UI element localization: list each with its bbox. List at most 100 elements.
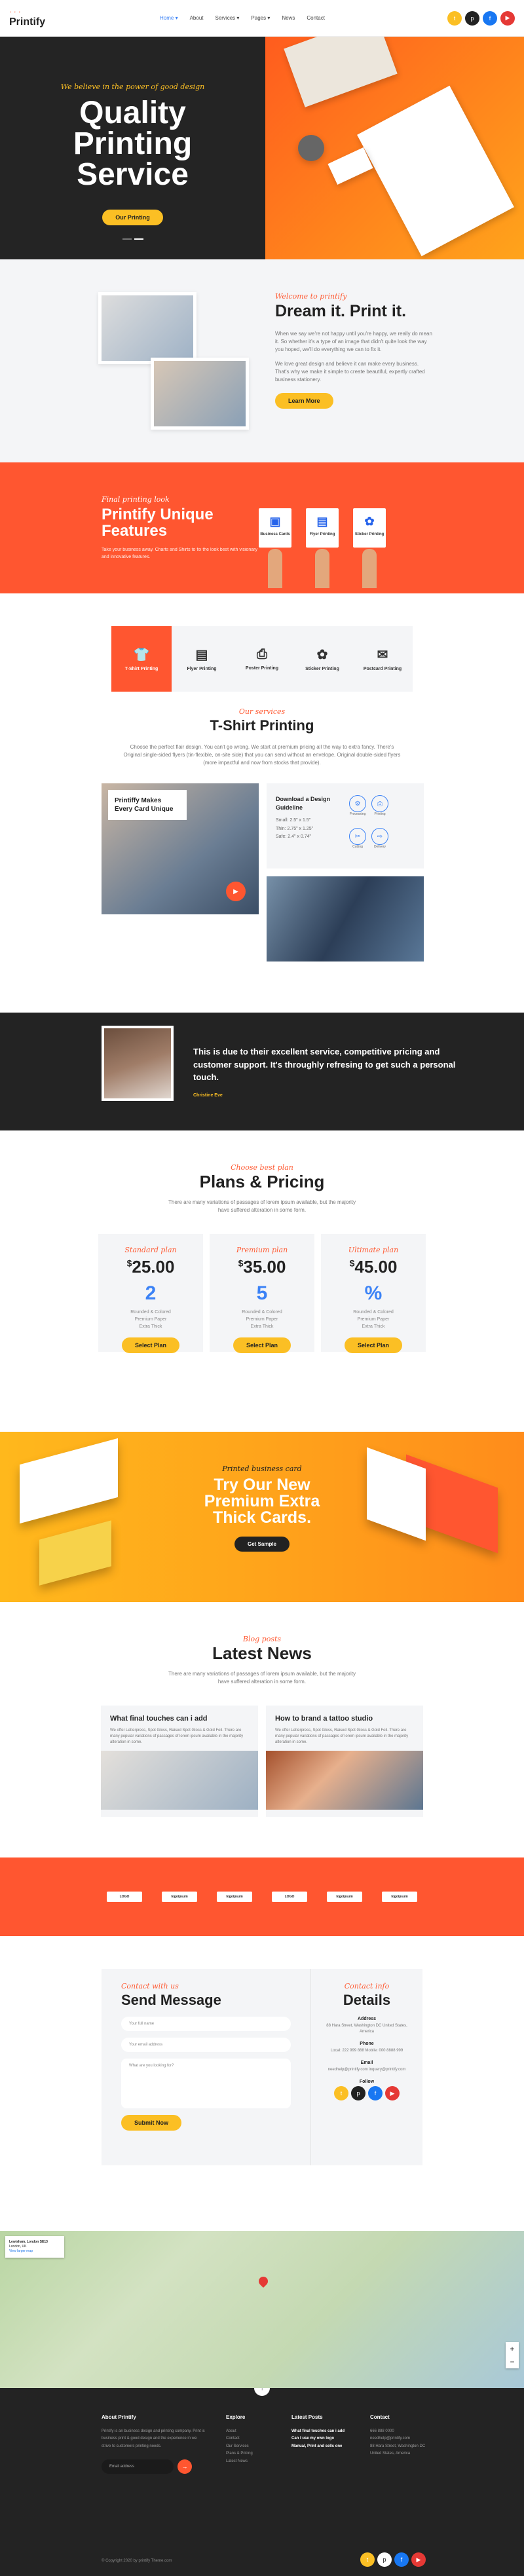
pinterest-icon[interactable]: p: [377, 2552, 392, 2567]
about-photos: [98, 292, 249, 436]
tshirt-title: T-Shirt Printing: [210, 717, 314, 734]
hand-image: [315, 549, 329, 588]
features-text: Final printing look Printify Unique Feat…: [102, 495, 259, 593]
plan-price: $25.00: [126, 1257, 175, 1277]
hero-title: Quality Printing Service: [73, 96, 193, 192]
partner-logo: logoipsum: [327, 1892, 362, 1902]
plan-card: Ultimate plan $45.00 % Rounded & Colored…: [321, 1234, 426, 1353]
nav-news[interactable]: News: [282, 15, 295, 21]
arrow-right-icon[interactable]: →: [178, 2459, 192, 2474]
footer-link[interactable]: Our Services: [226, 2443, 272, 2450]
contact-socials: t p f ▶: [322, 2086, 412, 2100]
youtube-icon[interactable]: ▶: [411, 2552, 426, 2567]
message-textarea[interactable]: What are you looking for?: [121, 2059, 291, 2108]
tab-flyer[interactable]: ▤ Flyer Printing: [172, 626, 232, 692]
select-plan-button[interactable]: Select Plan: [344, 1337, 403, 1353]
slider-dot[interactable]: [134, 238, 143, 240]
plan-card: Premium plan $35.00 5 Rounded & Colored …: [210, 1234, 314, 1353]
email-text: needhelp@printify.com inquery@printify.c…: [328, 2068, 406, 2072]
news-title: Latest News: [212, 1643, 312, 1663]
feature-card[interactable]: ▣ Business Cards: [259, 508, 291, 588]
nav-contact[interactable]: Contact: [307, 15, 325, 21]
post-image: [266, 1751, 423, 1810]
footer-post-link[interactable]: What final touches can i add: [291, 2428, 350, 2435]
footer-link[interactable]: Latest News: [226, 2458, 272, 2465]
phone-text: Local: 222 999 888 Mobile: 000 8888 999: [330, 2049, 403, 2053]
map-info-card: Lewisham, London SE13 London, UK View la…: [5, 2236, 64, 2258]
flyer-icon: ▤: [195, 648, 208, 662]
email-input[interactable]: Your email address: [121, 2038, 291, 2052]
feature-card[interactable]: ▤ Flyer Printing: [306, 508, 339, 588]
twitter-icon[interactable]: t: [360, 2552, 375, 2567]
post-title[interactable]: How to brand a tattoo studio: [266, 1706, 423, 1728]
youtube-icon[interactable]: ▶: [385, 2086, 400, 2100]
address-heading: Address: [357, 2017, 376, 2021]
footer-post-link[interactable]: Manual, Print and sells one: [291, 2443, 350, 2450]
name-input[interactable]: Your full name: [121, 2017, 291, 2031]
partner-logo: logoipsum: [162, 1892, 197, 1902]
back-to-top-icon[interactable]: ↑: [254, 2388, 270, 2396]
submit-button[interactable]: Submit Now: [121, 2115, 181, 2131]
get-sample-button[interactable]: Get Sample: [234, 1537, 290, 1552]
facebook-icon[interactable]: f: [394, 2552, 409, 2567]
twitter-icon[interactable]: t: [334, 2086, 348, 2100]
partner-logo: logoipsum: [217, 1892, 252, 1902]
youtube-icon[interactable]: ▶: [500, 10, 515, 26]
tshirt-paragraph: Choose the perfect flair design. You can…: [123, 744, 401, 766]
nav-about[interactable]: About: [190, 15, 204, 21]
slider-dots: [0, 238, 265, 240]
logo[interactable]: · · · Printify: [9, 8, 160, 28]
twitter-icon[interactable]: t: [447, 10, 462, 26]
tab-postcard[interactable]: ✉ Postcard Printing: [352, 626, 413, 692]
newsletter-email-input[interactable]: Email address: [102, 2459, 174, 2474]
guideline-title[interactable]: Download a Design Guideline: [276, 795, 341, 812]
tshirt-icon: 👕: [133, 648, 150, 662]
facebook-icon[interactable]: f: [368, 2086, 383, 2100]
partners-strip: LOGO logoipsum logoipsum LOGO logoipsum …: [0, 1857, 524, 1936]
plan-number-icon: %: [364, 1282, 383, 1304]
post-title[interactable]: What final touches can i add: [101, 1706, 258, 1728]
footer-explore: Explore About Contact Our Services Plans…: [226, 2414, 272, 2474]
footer-link[interactable]: About: [226, 2428, 272, 2435]
pricing-title: Plans & Pricing: [199, 1172, 325, 1191]
post-card[interactable]: How to brand a tattoo studio We offer Le…: [266, 1706, 423, 1817]
tab-sticker[interactable]: ✿ Sticker Printing: [292, 626, 352, 692]
select-plan-button[interactable]: Select Plan: [121, 1337, 180, 1353]
tab-poster[interactable]: ⎙ Poster Printing: [232, 626, 292, 692]
pinterest-icon[interactable]: p: [465, 10, 479, 26]
printing-photo: [267, 876, 424, 961]
slider-dot[interactable]: [122, 238, 132, 240]
hero-button[interactable]: Our Printing: [102, 210, 163, 225]
footer-post-link[interactable]: Can I use my own logo: [291, 2435, 350, 2442]
map-larger-link[interactable]: View larger map: [9, 2249, 33, 2253]
plan-tag: Ultimate plan: [348, 1246, 399, 1254]
nav-services[interactable]: Services ▾: [215, 15, 239, 21]
select-plan-button[interactable]: Select Plan: [233, 1337, 291, 1353]
design-photo: [98, 292, 196, 364]
map-pin-icon[interactable]: [257, 2275, 270, 2288]
follow-heading: Follow: [359, 2080, 375, 2084]
map[interactable]: Lewisham, London SE13 London, UK View la…: [0, 2231, 524, 2388]
pinterest-icon[interactable]: p: [351, 2086, 365, 2100]
map-zoom-controls[interactable]: + −: [506, 2342, 519, 2368]
learn-more-button[interactable]: Learn More: [275, 393, 333, 409]
size-item: Small: 2.5" x 1.5": [276, 818, 311, 823]
pricing-kicker: Choose best plan: [231, 1163, 293, 1172]
printer-icon: ▣: [269, 515, 281, 528]
post-card[interactable]: What final touches can i add We offer Le…: [101, 1706, 258, 1817]
about-kicker: Welcome to printify: [275, 292, 347, 301]
feature-card[interactable]: ✿ Sticker Printing: [353, 508, 386, 588]
footer-link[interactable]: Contact: [226, 2435, 272, 2442]
facebook-icon[interactable]: f: [483, 10, 497, 26]
footer-link[interactable]: Plans & Pricing: [226, 2450, 272, 2457]
nav-pages[interactable]: Pages ▾: [251, 15, 270, 21]
card-image: [328, 147, 373, 185]
tab-tshirt[interactable]: 👕 T-Shirt Printing: [111, 626, 172, 692]
play-icon[interactable]: ▶: [226, 882, 246, 901]
plan-number-icon: 2: [145, 1282, 157, 1304]
nav-home[interactable]: Home ▾: [160, 15, 178, 21]
plan-features: Rounded & Colored Premium Paper Extra Th…: [130, 1310, 171, 1330]
features-title: Printify Unique Features: [102, 506, 214, 540]
flyer-icon: ▤: [316, 515, 328, 528]
footer-email[interactable]: needhelp@printify.com: [370, 2435, 429, 2442]
